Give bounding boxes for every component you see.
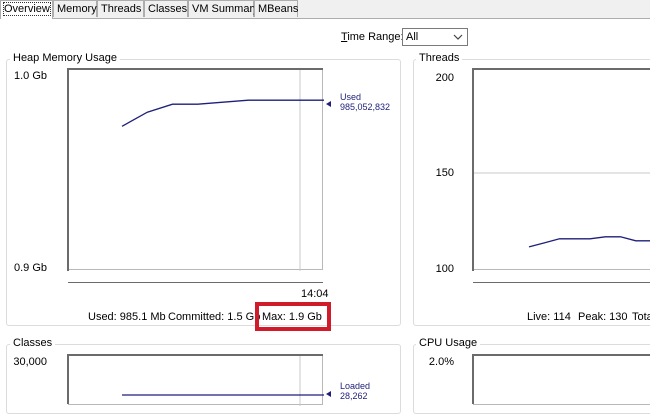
tab-strip: Overview Memory Threads Classes VM Summa… [0,0,650,19]
tab-classes[interactable]: Classes [144,0,188,17]
classes-frame-top [68,354,323,356]
tab-overview[interactable]: Overview [0,0,53,19]
cpu-frame-left [472,354,474,404]
tab-mbeans-label: MBeans [258,3,299,15]
heap-frame-top [68,68,323,70]
heap-series-value: 985,052,832 [340,102,391,112]
threads-y-label-200: 200 [435,72,454,84]
tab-memory[interactable]: Memory [53,0,97,17]
heap-series-label: Used 985,052,832 [340,92,390,112]
threads-panel-title: Threads [416,52,463,64]
heap-y-min-label: 0.9 Gb [13,262,47,274]
classes-panel-title: Classes [10,337,56,349]
threads-live-stat: Live: 114 [527,311,571,323]
threads-line [528,236,650,248]
classes-series-name: Loaded [340,381,371,391]
heap-used-line [121,99,324,127]
heap-used-stat: Used: 985.1 Mb [88,311,166,323]
chevron-down-icon [453,34,463,40]
threads-total-stat: Tota [632,311,650,323]
heap-frame-left [67,68,69,271]
tab-classes-label: Classes [148,3,188,15]
heap-panel-title: Heap Memory Usage [10,52,120,64]
threads-chart [474,172,650,248]
threads-y-label-100: 100 [435,263,454,275]
tab-vm-summary[interactable]: VM Summary [188,0,259,17]
cpu-frame-top [473,354,650,356]
threads-frame-top [473,68,650,70]
heap-series-name: Used [340,92,362,102]
heap-chart [121,70,324,271]
classes-frame-left [67,354,69,404]
cpu-plot-area [473,355,650,405]
threads-y-label-150: 150 [435,167,454,179]
heap-y-max-label: 1.0 Gb [13,70,47,82]
classes-loaded-marker [326,391,331,397]
tab-threads-label: Threads [101,3,142,15]
threads-frame-left [472,68,474,271]
max-highlight-box [255,302,331,331]
cpu-panel-title: CPU Usage [416,337,481,349]
time-range-select[interactable]: All [402,28,468,46]
threads-peak-stat: Peak: 130 [578,311,628,323]
tab-overview-label: Overview [3,2,51,16]
tab-mbeans[interactable]: MBeans [254,0,298,17]
tab-threads[interactable]: Threads [97,0,144,17]
tab-memory-label: Memory [57,3,97,15]
classes-series-label: Loaded 28,262 [340,381,370,401]
heap-committed-stat: Committed: 1.5 Gb [168,311,261,323]
tab-strip-divider [0,18,650,19]
time-range-value: All [406,31,419,43]
cpu-y-max-label: 2.0% [428,356,454,368]
classes-plot-area [68,355,324,406]
classes-y-max-label: 30,000 [13,356,47,368]
heap-used-marker [326,101,331,107]
threads-plot-area [473,69,650,270]
heap-axis-bottom [68,282,323,283]
heap-plot-area [68,69,324,271]
time-range-label: Time Range: [341,31,404,43]
classes-chart [122,356,324,406]
tab-vm-summary-label: VM Summary [192,3,259,15]
heap-x-tick-label: 14:04 [301,288,329,300]
threads-axis-bottom [473,282,650,283]
